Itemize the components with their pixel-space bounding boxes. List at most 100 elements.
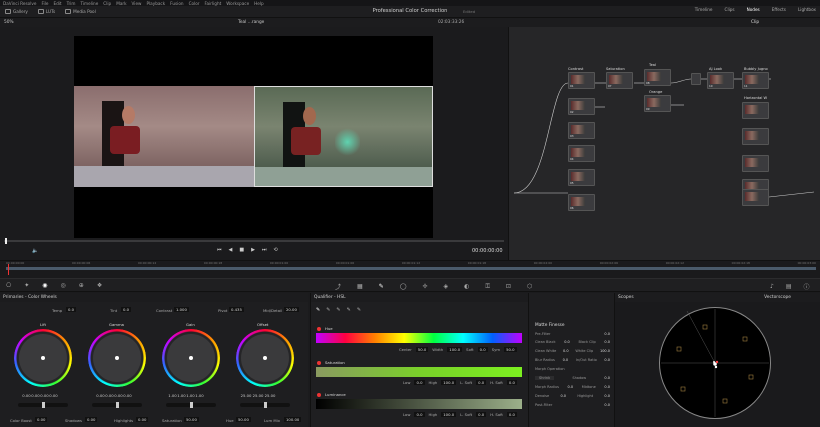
tracker-icon[interactable]: ✢ [422, 283, 427, 290]
saturation-bar[interactable] [316, 367, 522, 377]
menu-playback[interactable]: Playback [146, 1, 165, 6]
menu-color[interactable]: Color [189, 1, 200, 6]
hue-enable-dot[interactable] [317, 327, 321, 331]
node-12[interactable] [742, 102, 769, 119]
hsoft-value[interactable]: 0.0 [506, 380, 517, 385]
scopes-icon[interactable]: ▤ [786, 283, 792, 290]
highlights-value[interactable]: 0.00 [136, 417, 149, 422]
high-value[interactable]: 100.0 [441, 380, 457, 385]
temp-value[interactable]: 0.0 [66, 307, 77, 312]
viewer-scrubber[interactable] [4, 240, 504, 242]
menu-clip[interactable]: Clip [103, 1, 111, 6]
motion-effects-icon[interactable]: ❖ [97, 282, 102, 289]
camera-raw-icon[interactable]: ⎔ [6, 282, 11, 289]
info-icon[interactable]: ⓘ [804, 282, 810, 291]
menu-workspace[interactable]: Workspace [226, 1, 249, 6]
rgb-mixer-icon[interactable]: ⊕ [79, 282, 84, 289]
luminance-bar[interactable] [316, 399, 522, 409]
curves-icon[interactable]: ⤴ [335, 282, 341, 291]
matte-row[interactable]: Post-Filter 0.0 [535, 403, 610, 407]
stop-icon[interactable]: ■ [239, 247, 244, 253]
picker-minus-icon[interactable]: ✎ [326, 307, 330, 313]
layer-mixer-node[interactable] [691, 73, 701, 85]
picker-plus-icon[interactable]: ✎ [336, 307, 340, 313]
menu-mark[interactable]: Mark [116, 1, 126, 6]
picker-icon[interactable]: ✎ [316, 307, 320, 313]
zoom-level[interactable]: 50% [4, 20, 14, 25]
lsoft-value[interactable]: 0.0 [476, 412, 487, 417]
loop-icon[interactable]: ⟲ [273, 247, 277, 253]
hue-bar[interactable] [316, 333, 522, 343]
lift-values[interactable]: 0.000.000.000.00 [22, 393, 58, 398]
matte-row[interactable]: Denoise 0.0 Highlight 0.0 [535, 394, 610, 398]
node-02[interactable]: 02 [568, 98, 595, 115]
node-11[interactable]: 11 [742, 72, 769, 89]
clips-toggle[interactable]: Clips [725, 7, 735, 12]
matte-row[interactable]: Morph Radius 0.0 Midtone 0.0 [535, 385, 610, 389]
matte-row[interactable]: Pre-Filter 0.0 [535, 332, 610, 336]
timeline-track[interactable] [6, 267, 816, 270]
gain-master-slider[interactable] [166, 402, 216, 408]
gamma-master-slider[interactable] [92, 402, 142, 408]
menu-view[interactable]: View [132, 1, 142, 6]
hdr-icon[interactable]: ◎ [61, 282, 66, 289]
node-08[interactable]: 08 [644, 69, 671, 86]
node-04[interactable]: 04 [568, 145, 595, 162]
skip-start-icon[interactable]: ⏮ [217, 247, 222, 253]
sizing-icon[interactable]: ⊡ [506, 283, 511, 290]
3d-icon[interactable]: ⬡ [527, 283, 532, 290]
scrubber-handle[interactable] [5, 238, 7, 244]
gamma-wheel[interactable] [88, 329, 146, 387]
offset-master-slider[interactable] [240, 402, 290, 408]
skip-end-icon[interactable]: ⏭ [262, 247, 267, 253]
lift-master-slider[interactable] [18, 402, 68, 408]
sym-value[interactable]: 50.0 [504, 347, 517, 352]
lift-wheel[interactable] [14, 329, 72, 387]
pivot-value[interactable]: 0.435 [229, 307, 244, 312]
timeline-playhead[interactable] [8, 264, 9, 275]
sat-enable-dot[interactable] [317, 361, 321, 365]
node-mode[interactable]: Clip [751, 20, 759, 25]
soft-value[interactable]: 0.0 [477, 347, 488, 352]
low-value[interactable]: 0.0 [414, 380, 425, 385]
effects-toggle[interactable]: Effects [772, 7, 786, 12]
lightbox-toggle[interactable]: Lightbox [798, 7, 816, 12]
gain-values[interactable]: 1.001.001.001.00 [168, 393, 204, 398]
scope-type-select[interactable]: Vectorscope [764, 295, 791, 300]
volume-icon[interactable]: 🔈 [32, 248, 38, 254]
hue-value[interactable]: 50.00 [236, 417, 251, 422]
hsoft-value[interactable]: 0.0 [506, 412, 517, 417]
matte-row[interactable]: Blur Radius 0.0 In/Out Ratio 0.0 [535, 358, 610, 362]
color-match-icon[interactable]: ✦ [24, 282, 29, 289]
shadows-value[interactable]: 0.00 [85, 417, 98, 422]
node-07[interactable]: 07 [606, 72, 633, 89]
menu-app[interactable]: DaVinci Resolve [3, 1, 36, 6]
menu-help[interactable]: Help [254, 1, 264, 6]
menu-timeline[interactable]: Timeline [80, 1, 98, 6]
lsoft-value[interactable]: 0.0 [476, 380, 487, 385]
contrast-value[interactable]: 1.000 [174, 307, 189, 312]
matte-row[interactable]: Clean Black 0.0 Black Clip 0.0 [535, 340, 610, 344]
primaries-icon[interactable]: ◉ [42, 282, 47, 289]
low-value[interactable]: 0.0 [414, 412, 425, 417]
feather-plus-icon[interactable]: ✎ [357, 307, 361, 313]
node-16[interactable] [742, 189, 769, 206]
menu-fairlight[interactable]: Fairlight [205, 1, 222, 6]
node-05[interactable]: 05 [568, 169, 595, 186]
node-09[interactable]: 09 [644, 95, 671, 112]
node-14[interactable] [742, 155, 769, 172]
width-value[interactable]: 100.0 [447, 347, 463, 352]
magic-mask-icon[interactable]: ◈ [443, 283, 448, 290]
blur-icon[interactable]: ◐ [464, 283, 469, 290]
node-06[interactable]: 06 [568, 194, 595, 211]
tint-value[interactable]: 0.0 [121, 307, 132, 312]
node-13[interactable] [742, 128, 769, 145]
matte-row[interactable]: Clean White 0.0 White Clip 100.0 [535, 349, 610, 353]
lum-mix-value[interactable]: 100.00 [284, 417, 302, 422]
matte-row[interactable]: Shrink Shadow 0.0 [535, 376, 610, 380]
mini-timeline[interactable]: 00:00:00:00 00:00:00:06 00:00:00:12 00:00:0… [0, 260, 820, 278]
key-icon[interactable]: ⚿ [485, 283, 490, 291]
timeline-toggle[interactable]: Timeline [695, 7, 713, 12]
play-icon[interactable]: ▶ [251, 247, 255, 253]
node-03[interactable]: 03 [568, 122, 595, 139]
